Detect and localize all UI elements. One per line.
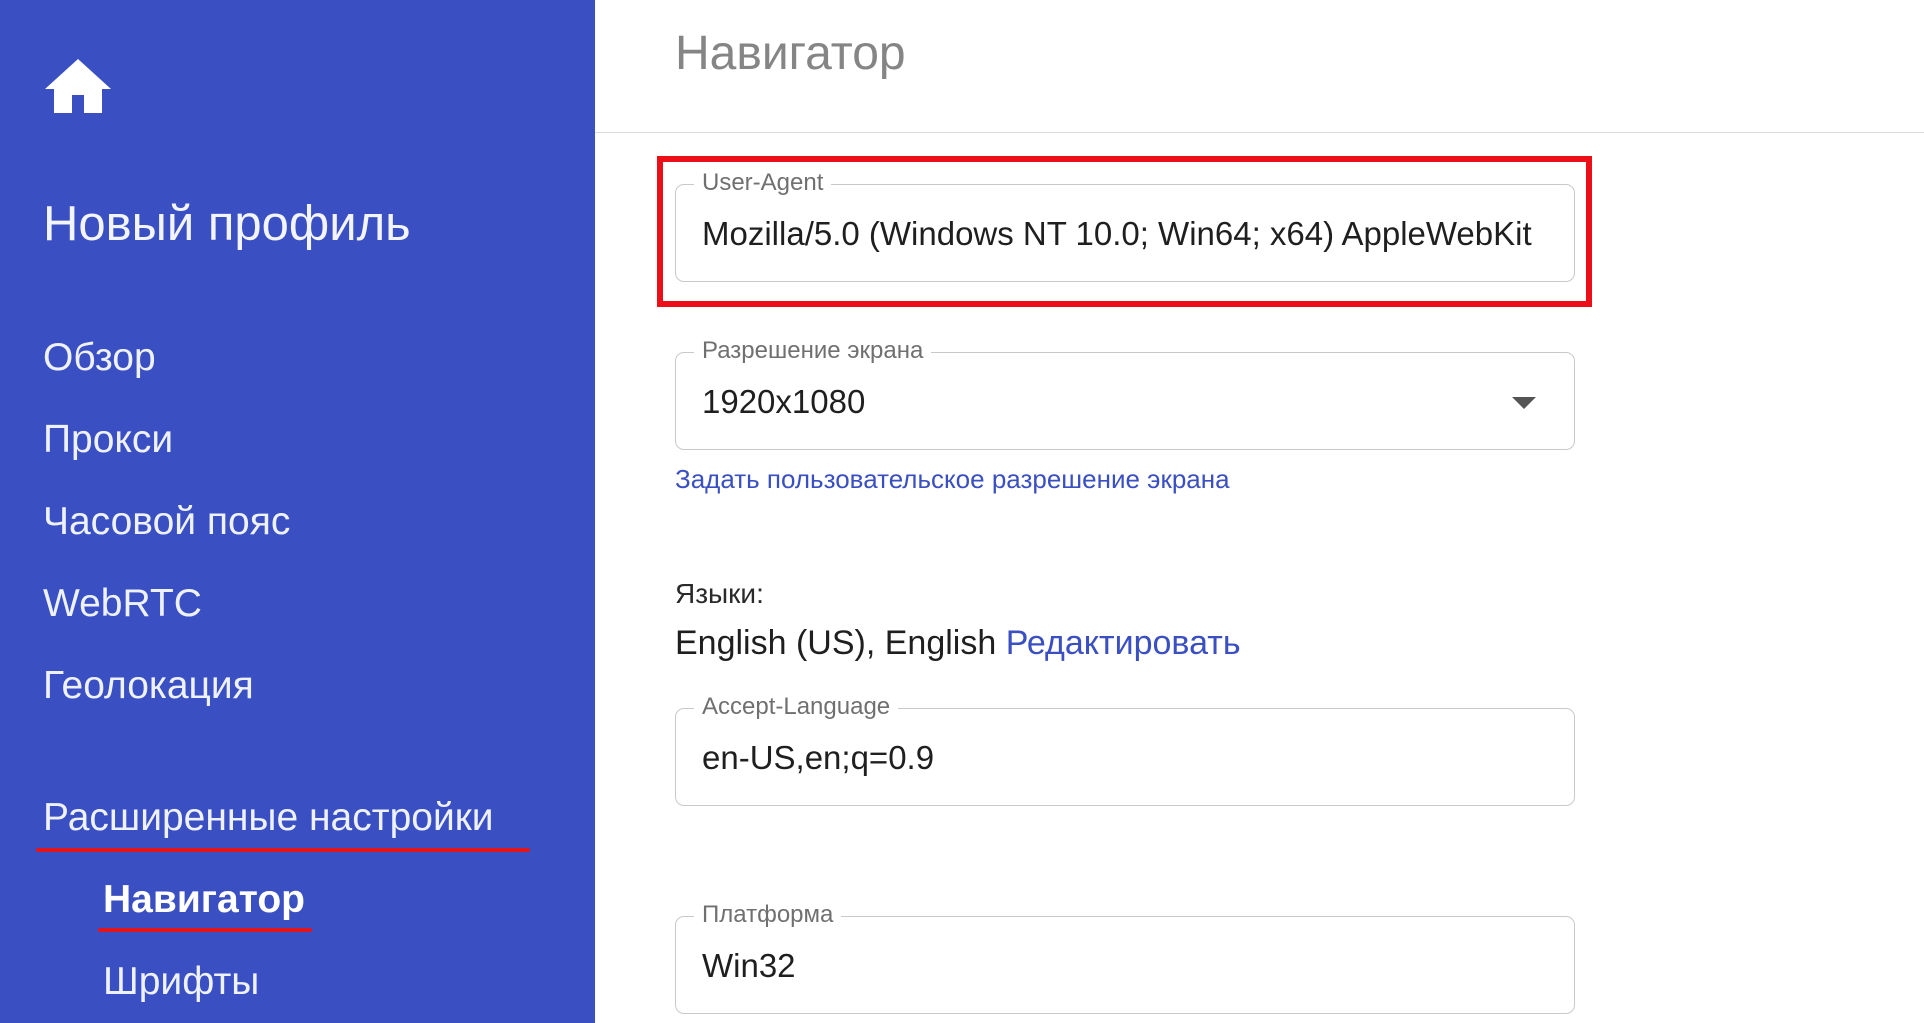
platform-input[interactable] <box>702 947 1548 985</box>
screen-resolution-select[interactable]: Разрешение экрана 1920x1080 <box>675 337 1575 450</box>
sidebar-item-overview[interactable]: Обзор <box>43 336 156 380</box>
screen-resolution-label: Разрешение экрана <box>694 337 932 365</box>
home-icon[interactable] <box>42 56 114 116</box>
accept-language-field[interactable]: Accept-Language <box>675 693 1575 806</box>
user-agent-label: User-Agent <box>694 169 832 197</box>
languages-label: Языки: <box>675 578 764 609</box>
languages-value: English (US), English <box>675 624 997 662</box>
accept-language-input[interactable] <box>702 739 1548 777</box>
platform-label: Платформа <box>694 901 842 929</box>
user-agent-input[interactable] <box>702 215 1548 253</box>
sidebar-item-proxy[interactable]: Прокси <box>43 418 173 462</box>
languages-row: English (US), English Редактировать <box>675 624 1241 663</box>
accept-language-label: Accept-Language <box>694 693 899 721</box>
sidebar: Новый профиль Обзор Прокси Часовой пояс … <box>0 0 595 1023</box>
sidebar-item-timezone[interactable]: Часовой пояс <box>43 500 290 544</box>
sidebar-item-geolocation[interactable]: Геолокация <box>43 664 254 708</box>
page-header: Навигатор <box>595 0 1924 133</box>
app-window: Новый профиль Обзор Прокси Часовой пояс … <box>0 0 1924 1023</box>
advanced-underline-annotation <box>36 848 530 852</box>
page-title: Навигатор <box>675 27 906 80</box>
platform-field[interactable]: Платформа <box>675 901 1575 1014</box>
sidebar-item-advanced-settings[interactable]: Расширенные настройки <box>43 796 494 840</box>
chevron-down-icon[interactable] <box>1512 397 1536 409</box>
profile-title: Новый профиль <box>43 197 411 251</box>
custom-resolution-link[interactable]: Задать пользовательское разрешение экран… <box>675 464 1230 495</box>
sidebar-subitem-navigator[interactable]: Навигатор <box>103 878 305 922</box>
screen-resolution-value: 1920x1080 <box>702 383 866 420</box>
main-content: Навигатор User-Agent Разрешение экрана 1… <box>595 0 1924 1023</box>
sidebar-item-webrtc[interactable]: WebRTC <box>43 582 202 626</box>
languages-edit-link[interactable]: Редактировать <box>1006 624 1241 662</box>
user-agent-field[interactable]: User-Agent <box>675 169 1575 282</box>
sidebar-subitem-fonts[interactable]: Шрифты <box>103 960 259 1004</box>
navigator-underline-annotation <box>98 928 312 932</box>
